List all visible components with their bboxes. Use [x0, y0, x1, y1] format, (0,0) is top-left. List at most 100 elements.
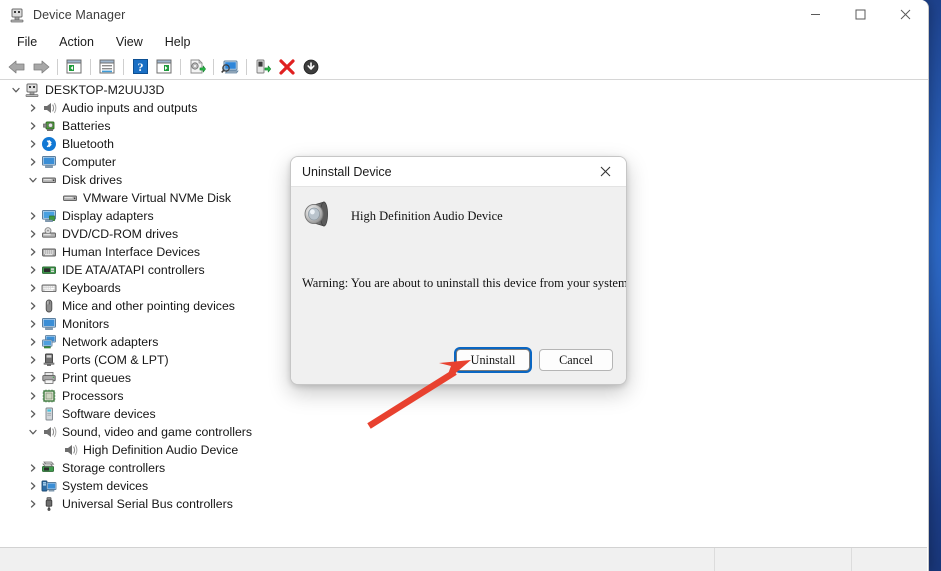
disk-drive-icon	[40, 172, 57, 188]
show-hide-action-pane-icon[interactable]	[152, 56, 176, 78]
update-driver-icon[interactable]	[185, 56, 209, 78]
tree-item-label: Disk drives	[62, 173, 123, 187]
dialog-body: High Definition Audio Device Warning: Yo…	[291, 187, 626, 384]
scan-for-hardware-changes-icon[interactable]	[218, 56, 242, 78]
statusbar	[0, 547, 927, 571]
speaker-icon	[61, 442, 78, 458]
tree-item-label: Monitors	[62, 317, 110, 331]
chevron-right-icon[interactable]	[26, 371, 40, 385]
toolbar: ?	[0, 54, 928, 80]
window-titlebar: Device Manager	[0, 0, 928, 29]
chevron-right-icon[interactable]	[26, 479, 40, 493]
printer-icon	[40, 370, 57, 386]
close-icon[interactable]	[584, 157, 626, 186]
chevron-down-icon[interactable]	[9, 83, 23, 97]
tree-item-label: Mice and other pointing devices	[62, 299, 235, 313]
uninstall-device-dialog: Uninstall Device High Definition Audio D…	[290, 156, 627, 385]
tree-row[interactable]: Audio inputs and outputs	[0, 99, 927, 117]
tree-item-label: Keyboards	[62, 281, 121, 295]
chevron-right-icon[interactable]	[26, 137, 40, 151]
tree-item-label: System devices	[62, 479, 149, 493]
usb-icon	[40, 496, 57, 512]
storage-controller-icon	[40, 460, 57, 476]
maximize-icon[interactable]	[838, 0, 883, 29]
help-icon[interactable]: ?	[128, 56, 152, 78]
dialog-buttons: Uninstall Cancel	[456, 349, 613, 371]
chevron-right-icon[interactable]	[26, 245, 40, 259]
chevron-right-icon[interactable]	[26, 407, 40, 421]
tree-row[interactable]: Bluetooth	[0, 135, 927, 153]
tree-row[interactable]: System devices	[0, 477, 927, 495]
tree-item-label: Human Interface Devices	[62, 245, 201, 259]
screen: Device Manager File Action View Help ? D…	[0, 0, 941, 571]
menu-help[interactable]: Help	[154, 32, 202, 52]
chevron-right-icon[interactable]	[26, 101, 40, 115]
chevron-right-icon[interactable]	[26, 263, 40, 277]
close-icon[interactable]	[883, 0, 928, 29]
menu-file[interactable]: File	[6, 32, 48, 52]
minimize-icon[interactable]	[793, 0, 838, 29]
chevron-right-icon[interactable]	[26, 353, 40, 367]
chevron-right-icon[interactable]	[26, 461, 40, 475]
statusbar-cell-3	[852, 548, 927, 571]
computer-root-icon	[23, 82, 40, 98]
chevron-down-icon[interactable]	[26, 425, 40, 439]
enable-device-icon[interactable]	[251, 56, 275, 78]
display-adapter-icon	[40, 208, 57, 224]
hid-icon	[40, 244, 57, 260]
chevron-right-icon[interactable]	[26, 281, 40, 295]
chevron-right-icon[interactable]	[26, 389, 40, 403]
tree-item-label: Display adapters	[62, 209, 154, 223]
chevron-right-icon[interactable]	[26, 119, 40, 133]
dialog-device-name: High Definition Audio Device	[351, 209, 503, 223]
chevron-right-icon[interactable]	[26, 155, 40, 169]
toolbar-separator	[213, 58, 214, 75]
bluetooth-icon	[40, 136, 57, 152]
dialog-titlebar: Uninstall Device	[291, 157, 626, 187]
statusbar-cell-main	[0, 548, 715, 571]
chevron-right-icon[interactable]	[26, 209, 40, 223]
tree-row[interactable]: Storage controllers	[0, 459, 927, 477]
disable-device-icon[interactable]	[299, 56, 323, 78]
svg-text:?: ?	[137, 60, 143, 74]
uninstall-button[interactable]: Uninstall	[456, 349, 530, 371]
tree-item-label: Batteries	[62, 119, 111, 133]
menu-view[interactable]: View	[105, 32, 154, 52]
statusbar-cell-2	[715, 548, 852, 571]
tree-row[interactable]: Processors	[0, 387, 927, 405]
chevron-right-icon[interactable]	[26, 317, 40, 331]
chevron-right-icon[interactable]	[26, 299, 40, 313]
chevron-right-icon[interactable]	[26, 497, 40, 511]
port-icon	[40, 352, 57, 368]
uninstall-device-icon[interactable]	[275, 56, 299, 78]
tree-row[interactable]: Sound, video and game controllers	[0, 423, 927, 441]
toolbar-separator	[180, 58, 181, 75]
back-icon[interactable]	[5, 56, 29, 78]
device-manager-icon	[9, 7, 25, 23]
menu-action[interactable]: Action	[48, 32, 105, 52]
chevron-right-icon[interactable]	[26, 335, 40, 349]
window-title: Device Manager	[33, 7, 126, 22]
tree-item-label: Processors	[62, 389, 124, 403]
speaker-icon	[40, 424, 57, 440]
disk-drive-icon	[61, 190, 78, 206]
properties-icon[interactable]	[95, 56, 119, 78]
tree-row-root[interactable]: DESKTOP-M2UUJ3D	[0, 81, 927, 99]
tree-item-label: Computer	[62, 155, 116, 169]
forward-icon[interactable]	[29, 56, 53, 78]
tree-item-label: DVD/CD-ROM drives	[62, 227, 179, 241]
show-hide-console-tree-icon[interactable]	[62, 56, 86, 78]
tree-item-label: Sound, video and game controllers	[62, 425, 253, 439]
monitor-icon	[40, 154, 57, 170]
keyboard-icon	[40, 280, 57, 296]
processor-icon	[40, 388, 57, 404]
chevron-right-icon[interactable]	[26, 227, 40, 241]
tree-row[interactable]: Universal Serial Bus controllers	[0, 495, 927, 513]
dialog-title: Uninstall Device	[302, 164, 392, 179]
chevron-down-icon[interactable]	[26, 173, 40, 187]
tree-item-label: Ports (COM & LPT)	[62, 353, 169, 367]
tree-row[interactable]: Batteries	[0, 117, 927, 135]
tree-row[interactable]: High Definition Audio Device	[0, 441, 927, 459]
tree-row[interactable]: Software devices	[0, 405, 927, 423]
cancel-button[interactable]: Cancel	[539, 349, 613, 371]
